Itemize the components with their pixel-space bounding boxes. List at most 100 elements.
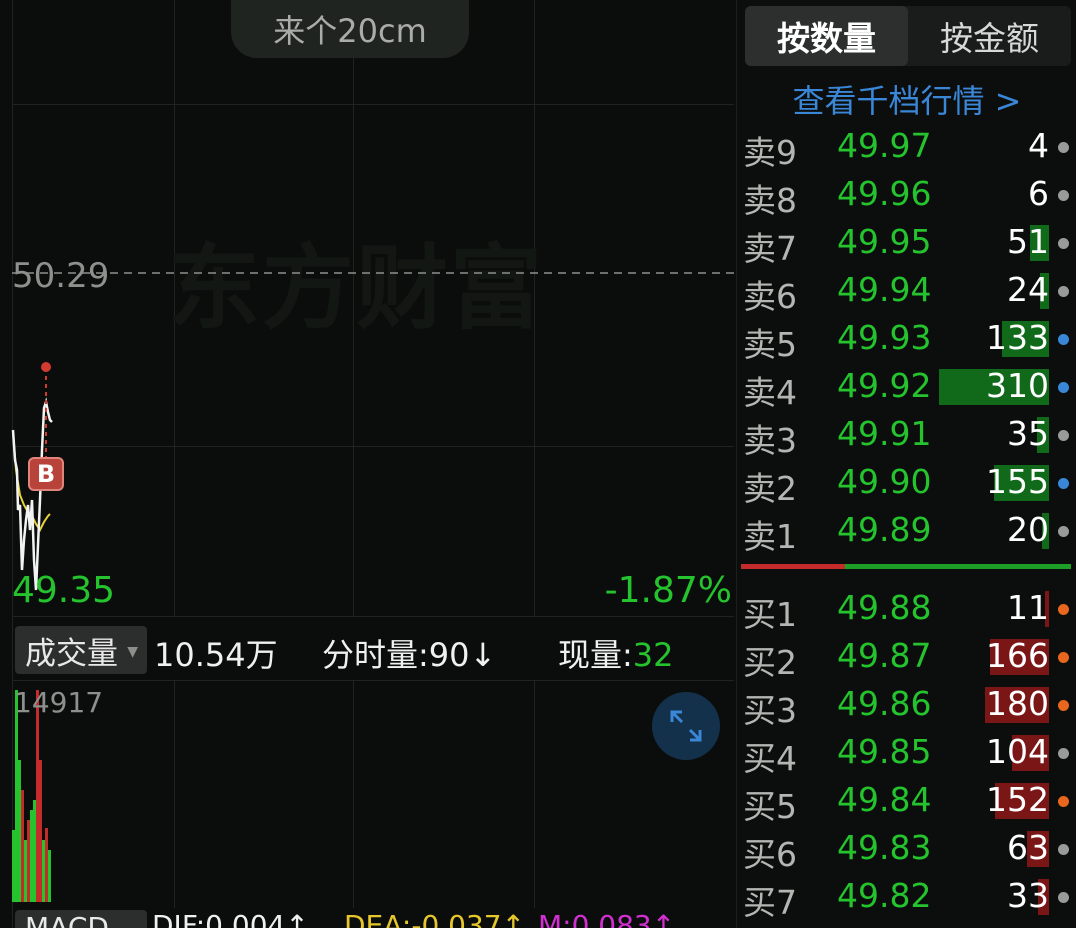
level-label: 卖6 — [743, 277, 797, 316]
macd-indicator-select[interactable]: MACD — [15, 910, 147, 928]
bid-row[interactable]: 买4 49.85 104 — [737, 728, 1076, 778]
tab-by-quantity[interactable]: 按数量 — [745, 6, 908, 66]
volume-bars — [12, 690, 51, 902]
ask-row[interactable]: 卖3 49.91 35 — [737, 410, 1076, 460]
level-label: 买2 — [743, 643, 797, 682]
level-price: 49.91 — [837, 414, 932, 453]
level-volume: 63 — [1007, 828, 1049, 867]
status-dot — [1058, 700, 1069, 711]
volume-bar — [12, 830, 15, 902]
order-book-panel: 按数量 按金额 查看千档行情 > 卖9 49.97 4 卖8 49.96 6 卖7 49.95… — [736, 0, 1076, 928]
bid-row[interactable]: 买3 49.86 180 — [737, 680, 1076, 730]
macd-dif: DIF:0.004↑ — [152, 909, 309, 928]
level-volume: 104 — [986, 732, 1049, 771]
volume-total: 10.54万 — [154, 636, 278, 674]
bid-row[interactable]: 买6 49.83 63 — [737, 824, 1076, 874]
caret-down-icon: ▼ — [127, 644, 138, 660]
status-dot — [1058, 190, 1069, 201]
status-dot — [1058, 334, 1069, 345]
ask-row[interactable]: 卖6 49.94 24 — [737, 266, 1076, 316]
level-volume: 35 — [1007, 414, 1049, 453]
expand-icon — [670, 710, 702, 742]
level-price: 49.85 — [837, 732, 932, 771]
level-label: 买5 — [743, 787, 797, 826]
volume-bar — [42, 840, 45, 902]
level-label: 买6 — [743, 835, 797, 874]
depth-quote-link[interactable]: 查看千档行情 > — [737, 76, 1076, 122]
level-label: 卖8 — [743, 181, 797, 220]
ask-row[interactable]: 卖5 49.93 133 — [737, 314, 1076, 364]
volume-bar — [18, 760, 21, 902]
level-label: 卖5 — [743, 325, 797, 364]
level-volume: 33 — [1007, 876, 1049, 915]
current-volume-value: 32 — [632, 636, 674, 674]
ask-row[interactable]: 卖1 49.89 20 — [737, 506, 1076, 556]
pct-low-label: -1.87% — [604, 570, 732, 611]
current-volume: 现量:32 — [558, 630, 674, 676]
ask-row[interactable]: 卖7 49.95 51 — [737, 218, 1076, 268]
intraday-chart[interactable]: 东方财富 来个20cm 50.29 49.35 -1.87% B 成交量 ▼ 1… — [0, 0, 736, 928]
level-label: 卖9 — [743, 133, 797, 172]
level-volume: 4 — [1028, 126, 1049, 165]
volume-bar — [33, 800, 36, 902]
fenshi-volume: 分时量:90↓ — [322, 636, 497, 674]
macd-m: M:0.083↑ — [538, 909, 676, 928]
status-dot — [1058, 478, 1069, 489]
bid-row[interactable]: 买5 49.84 152 — [737, 776, 1076, 826]
status-dot — [1058, 892, 1069, 903]
volume-bar — [39, 760, 42, 902]
level-price: 49.94 — [837, 270, 932, 309]
ask-row[interactable]: 卖8 49.96 6 — [737, 170, 1076, 220]
level-price: 49.90 — [837, 462, 932, 501]
status-dot — [1058, 238, 1069, 249]
bid-row[interactable]: 买2 49.87 166 — [737, 632, 1076, 682]
level-volume: 166 — [986, 636, 1049, 675]
buy-marker-badge[interactable]: B — [28, 457, 64, 491]
level-label: 买3 — [743, 691, 797, 730]
level-label: 买4 — [743, 739, 797, 778]
macd-header: MACD DIF:0.004↑ DEA:-0.037↑ M:0.083↑ — [0, 908, 736, 928]
ask-row[interactable]: 卖9 49.97 4 — [737, 122, 1076, 172]
volume-bar — [27, 820, 30, 902]
indicator-select[interactable]: 成交量 ▼ — [15, 626, 147, 674]
bid-row[interactable]: 买1 49.88 11 — [737, 584, 1076, 634]
indicator-select-label: 成交量 — [25, 635, 118, 672]
level-volume: 180 — [986, 684, 1049, 723]
price-low-label: 49.35 — [12, 570, 116, 611]
stock-name-pill[interactable]: 来个20cm — [231, 0, 469, 58]
volume-bar — [45, 828, 48, 902]
level-price: 49.87 — [837, 636, 932, 675]
status-dot — [1058, 652, 1069, 663]
level-label: 卖1 — [743, 517, 797, 556]
level-price: 49.83 — [837, 828, 932, 867]
status-dot — [1058, 844, 1069, 855]
level-volume: 20 — [1007, 510, 1049, 549]
status-dot — [1058, 748, 1069, 759]
price-high-label: 50.29 — [12, 256, 110, 296]
level-price: 49.88 — [837, 588, 932, 627]
volume-header: 成交量 ▼ 10.54万 分时量:90↓ 现量:32 — [0, 622, 736, 678]
price-line — [11, 397, 53, 591]
status-dot — [1058, 286, 1069, 297]
tab-by-amount[interactable]: 按金额 — [908, 6, 1071, 66]
level-label: 卖4 — [743, 373, 797, 412]
status-dot — [1058, 526, 1069, 537]
level-volume: 6 — [1028, 174, 1049, 213]
status-dot — [1058, 382, 1069, 393]
ask-row[interactable]: 卖2 49.90 155 — [737, 458, 1076, 508]
ask-row[interactable]: 卖4 49.92 310 — [737, 362, 1076, 412]
level-label: 卖3 — [743, 421, 797, 460]
bid-row[interactable]: 买7 49.82 33 — [737, 872, 1076, 922]
level-volume: 155 — [986, 462, 1049, 501]
level-price: 49.96 — [837, 174, 932, 213]
level-label: 买7 — [743, 883, 797, 922]
level-label: 卖2 — [743, 469, 797, 508]
level-price: 49.97 — [837, 126, 932, 165]
level-label: 买1 — [743, 595, 797, 634]
level-price: 49.82 — [837, 876, 932, 915]
expand-button[interactable] — [652, 692, 720, 760]
level-price: 49.95 — [837, 222, 932, 261]
bid-ask-ratio-bar — [741, 564, 1071, 569]
level-volume: 24 — [1007, 270, 1049, 309]
volume-max-label: 14917 — [14, 686, 104, 719]
